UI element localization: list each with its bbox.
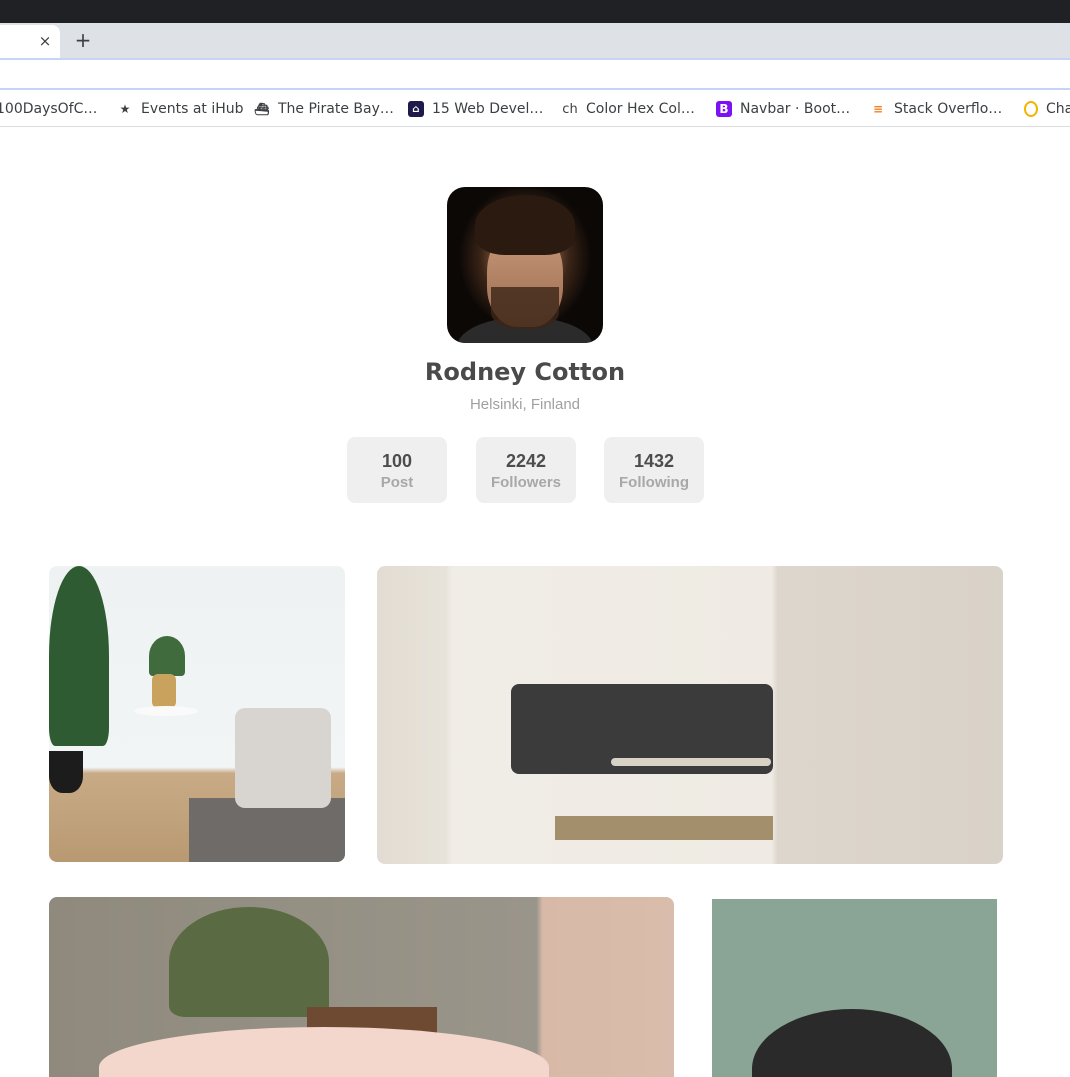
active-tab[interactable]: × xyxy=(0,25,60,58)
bathtub xyxy=(99,1027,549,1077)
stat-value: 100 xyxy=(381,451,413,471)
profile-location: Helsinki, Finland xyxy=(469,396,581,413)
code-icon: ⌂ xyxy=(408,101,424,117)
bookmark-label: Navbar · Boot… xyxy=(740,101,851,117)
address-bar[interactable] xyxy=(0,58,1070,90)
rug xyxy=(555,816,773,840)
palm-leaves xyxy=(169,907,329,1017)
window-titlebar xyxy=(0,0,1070,23)
bookmark-stack-overflow[interactable]: ≡ Stack Overflo… xyxy=(870,99,1002,119)
lamp-shade xyxy=(752,1009,952,1077)
small-plant xyxy=(149,636,185,676)
gallery-photo[interactable] xyxy=(377,566,1003,864)
new-tab-button[interactable]: + xyxy=(72,29,94,51)
stackoverflow-icon: ≡ xyxy=(872,102,884,116)
profile-name: Rodney Cotton xyxy=(424,358,626,386)
stat-value: 1432 xyxy=(633,451,675,471)
circle-icon xyxy=(1024,101,1038,117)
ship-icon: ⛴ xyxy=(254,102,270,116)
plant-pot xyxy=(49,751,83,793)
stat-followers[interactable]: 2242 Followers xyxy=(476,437,576,503)
gallery-photo[interactable] xyxy=(712,899,997,1077)
stat-label: Post xyxy=(380,474,414,491)
stat-label: Following xyxy=(619,474,689,491)
bookmark-label: Cha xyxy=(1046,101,1070,117)
bookmark-pirate-bay[interactable]: ⛴ The Pirate Bay… xyxy=(254,99,394,119)
throw-blanket xyxy=(235,708,331,808)
stat-posts[interactable]: 100 Post xyxy=(347,437,447,503)
bookmark-label: The Pirate Bay… xyxy=(278,101,394,117)
bookmark-100daysofcode[interactable]: 100DaysOfC… xyxy=(0,99,97,119)
bookmark-events-ihub[interactable]: ★ Events at iHub xyxy=(117,99,244,119)
bookmark-cha[interactable]: Cha xyxy=(1024,99,1070,119)
stat-following[interactable]: 1432 Following xyxy=(604,437,704,503)
bookmark-label: 15 Web Devel… xyxy=(432,101,544,117)
bootstrap-icon: B xyxy=(716,101,732,117)
ch-icon: ch xyxy=(562,101,578,117)
bookmarks-bar: 100DaysOfC… ★ Events at iHub ⛴ The Pirat… xyxy=(0,90,1070,127)
tab-close-icon[interactable]: × xyxy=(36,32,54,50)
tab-bar: × + xyxy=(0,23,1070,58)
gallery-photo[interactable] xyxy=(49,897,674,1077)
coffee-table xyxy=(611,758,771,766)
bookmark-label: Color Hex Col… xyxy=(586,101,695,117)
side-table xyxy=(134,706,198,716)
vase xyxy=(152,674,176,708)
bookmark-label: Events at iHub xyxy=(141,101,244,117)
stat-label: Followers xyxy=(490,474,561,491)
bookmark-label: 100DaysOfC… xyxy=(0,101,98,117)
bookmark-15-web-devel[interactable]: ⌂ 15 Web Devel… xyxy=(408,99,543,119)
avatar-hair xyxy=(475,195,575,255)
gallery-photo[interactable] xyxy=(49,566,345,862)
star-icon: ★ xyxy=(119,102,131,116)
bookmark-navbar-bootstrap[interactable]: B Navbar · Boot… xyxy=(716,99,850,119)
stat-value: 2242 xyxy=(505,451,547,471)
avatar xyxy=(447,187,603,343)
avatar-beard xyxy=(491,287,559,329)
plant-leaves xyxy=(49,566,109,746)
bookmark-label: Stack Overflo… xyxy=(894,101,1003,117)
bookmark-color-hex[interactable]: ch Color Hex Col… xyxy=(562,99,695,119)
